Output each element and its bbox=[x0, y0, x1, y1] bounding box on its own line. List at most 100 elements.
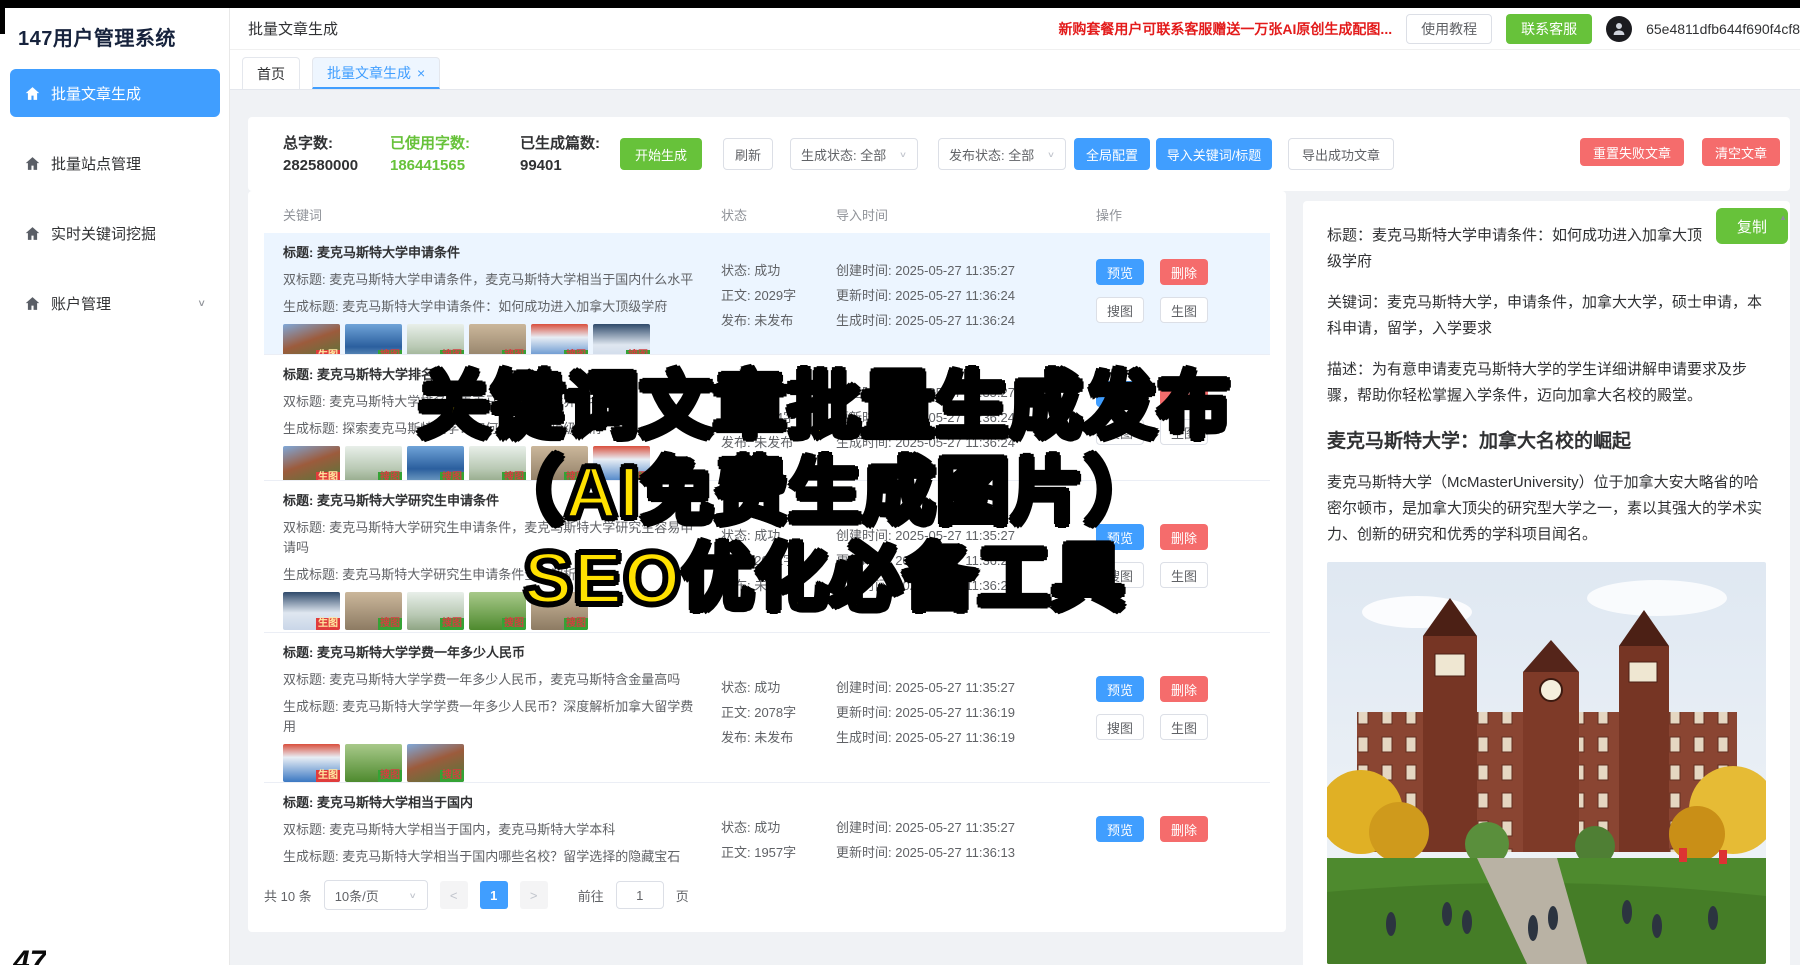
tab-home[interactable]: 首页 bbox=[242, 57, 300, 89]
article-thumbnail[interactable]: 生图 bbox=[283, 744, 340, 782]
sidebar-item-label: 账户管理 bbox=[51, 293, 111, 314]
row-dual-title: 双标题: 麦克马斯特大学相当于国内，麦克马斯特大学本科 bbox=[283, 820, 703, 840]
start-generate-button[interactable]: 开始生成 bbox=[620, 138, 702, 170]
table-row[interactable]: 标题: 麦克马斯特大学相当于国内 双标题: 麦克马斯特大学相当于国内，麦克马斯特… bbox=[264, 783, 1270, 866]
search-image-button[interactable]: 搜图 bbox=[1096, 562, 1144, 588]
promo-notice[interactable]: 新购套餐用户可联系客服赠送一万张AI原创生成配图... bbox=[1058, 19, 1392, 39]
updated-line: 更新时间: 2025-05-27 11:36:24 bbox=[836, 405, 1086, 430]
article-thumbnail[interactable]: 搜图 bbox=[407, 592, 464, 630]
letterbox-corner bbox=[0, 8, 5, 34]
gen-badge: 生图 bbox=[316, 770, 340, 782]
updated-line: 更新时间: 2025-05-27 11:36:19 bbox=[836, 700, 1086, 725]
thumbnail-strip: 生图 搜图 搜图 搜图 搜图 搜图 bbox=[283, 446, 703, 481]
article-thumbnail[interactable]: 搜图 bbox=[345, 446, 402, 481]
article-thumbnail[interactable]: 搜图 bbox=[407, 744, 464, 782]
article-thumbnail[interactable]: 搜图 bbox=[345, 324, 402, 355]
action-cell: 预览 删除 bbox=[1096, 816, 1256, 842]
created-line: 创建时间: 2025-05-27 11:35:27 bbox=[836, 815, 1086, 840]
article-thumbnail[interactable]: 生图 bbox=[283, 324, 340, 355]
refresh-button[interactable]: 刷新 bbox=[723, 138, 773, 170]
search-badge: 搜图 bbox=[378, 770, 402, 782]
row-title: 标题: 麦克马斯特大学学费一年多少人民币 bbox=[283, 643, 703, 663]
sidebar-item-account[interactable]: 账户管理 ∨ bbox=[10, 279, 220, 327]
search-image-button[interactable]: 搜图 bbox=[1096, 714, 1144, 740]
import-keywords-button[interactable]: 导入关键词/标题 bbox=[1156, 138, 1272, 170]
article-thumbnail[interactable]: 搜图 bbox=[531, 324, 588, 355]
article-thumbnail[interactable]: 搜图 bbox=[593, 446, 650, 481]
table-row[interactable]: 标题: 麦克马斯特大学排名 双标题: 麦克马斯特大学排名，麦克马斯特大学世界排名… bbox=[264, 355, 1270, 481]
generate-image-button[interactable]: 生图 bbox=[1160, 419, 1208, 445]
preview-button[interactable]: 预览 bbox=[1096, 676, 1144, 702]
clear-articles-button[interactable]: 清空文章 bbox=[1702, 138, 1780, 166]
tab-label: 批量文章生成 bbox=[327, 63, 411, 83]
table-header: 关键词 状态 导入时间 操作 bbox=[264, 191, 1270, 233]
article-thumbnail[interactable]: 搜图 bbox=[407, 446, 464, 481]
tab-label: 首页 bbox=[257, 64, 285, 84]
search-image-button[interactable]: 搜图 bbox=[1096, 297, 1144, 323]
words-line: 正文: 2041字 bbox=[721, 548, 841, 573]
current-page-button[interactable]: 1 bbox=[480, 881, 508, 909]
goto-page-input[interactable] bbox=[616, 881, 664, 909]
article-thumbnail[interactable]: 搜图 bbox=[531, 446, 588, 481]
delete-button[interactable]: 删除 bbox=[1160, 676, 1208, 702]
home-icon bbox=[24, 225, 41, 242]
publish-line: 发布: 未发布 bbox=[721, 430, 841, 455]
prev-page-button[interactable]: < bbox=[440, 881, 468, 909]
reset-failed-button[interactable]: 重置失败文章 bbox=[1580, 138, 1684, 166]
gen-badge: 生图 bbox=[316, 618, 340, 630]
tab-bar: 首页 批量文章生成 × bbox=[230, 50, 1800, 90]
article-thumbnail[interactable]: 搜图 bbox=[469, 446, 526, 481]
table-row[interactable]: 标题: 麦克马斯特大学学费一年多少人民币 双标题: 麦克马斯特大学学费一年多少人… bbox=[264, 633, 1270, 783]
row-generated-title: 生成标题: 麦克马斯特大学研究生申请条件全面解析 bbox=[283, 565, 703, 585]
preview-button[interactable]: 预览 bbox=[1096, 816, 1144, 842]
avatar[interactable] bbox=[1606, 16, 1632, 42]
tutorial-button[interactable]: 使用教程 bbox=[1406, 14, 1492, 44]
preview-button[interactable]: 预览 bbox=[1096, 259, 1144, 285]
delete-button[interactable]: 删除 bbox=[1160, 816, 1208, 842]
article-thumbnail[interactable]: 搜图 bbox=[469, 324, 526, 355]
sidebar-item-keyword-mining[interactable]: 实时关键词挖掘 bbox=[10, 209, 220, 257]
delete-button[interactable]: 删除 bbox=[1160, 259, 1208, 285]
page-size-select[interactable]: 10条/页∨ bbox=[324, 880, 428, 910]
article-thumbnail[interactable]: 搜图 bbox=[345, 744, 402, 782]
article-thumbnail[interactable]: 搜图 bbox=[407, 324, 464, 355]
created-line: 创建时间: 2025-05-27 11:35:27 bbox=[836, 675, 1086, 700]
article-thumbnail[interactable]: 生图 bbox=[283, 446, 340, 481]
tab-article-generation[interactable]: 批量文章生成 × bbox=[312, 57, 440, 89]
table-row[interactable]: 标题: 麦克马斯特大学申请条件 双标题: 麦克马斯特大学申请条件，麦克马斯特大学… bbox=[264, 233, 1270, 355]
article-thumbnail[interactable]: 搜图 bbox=[531, 592, 588, 630]
publish-status-select[interactable]: 发布状态: 全部∨ bbox=[938, 138, 1066, 170]
scroll-up-icon[interactable]: ▲ bbox=[1779, 205, 1787, 231]
preview-button[interactable]: 预览 bbox=[1096, 524, 1144, 550]
stat-value: 186441565 bbox=[390, 155, 470, 177]
delete-button[interactable]: 删除 bbox=[1160, 381, 1208, 407]
article-thumbnail[interactable]: 搜图 bbox=[345, 592, 402, 630]
global-config-button[interactable]: 全局配置 bbox=[1074, 138, 1150, 170]
sidebar: 147用户管理系统 批量文章生成 批量站点管理 实时关键词挖掘 账户管理 ∨ bbox=[0, 8, 230, 965]
preview-button[interactable]: 预览 bbox=[1096, 381, 1144, 407]
contact-support-button[interactable]: 联系客服 bbox=[1506, 14, 1592, 44]
search-image-button[interactable]: 搜图 bbox=[1096, 419, 1144, 445]
generate-image-button[interactable]: 生图 bbox=[1160, 714, 1208, 740]
delete-button[interactable]: 删除 bbox=[1160, 524, 1208, 550]
status-cell: 状态: 成功 正文: 1957字 bbox=[721, 815, 841, 865]
sidebar-item-site-management[interactable]: 批量站点管理 bbox=[10, 139, 220, 187]
sidebar-item-article-generation[interactable]: 批量文章生成 bbox=[10, 69, 220, 117]
updated-line: 更新时间: 2025-05-27 11:36:23 bbox=[836, 548, 1086, 573]
goto-label: 前往 bbox=[578, 886, 604, 905]
copy-button[interactable]: 复制 bbox=[1716, 208, 1788, 244]
export-success-button[interactable]: 导出成功文章 bbox=[1288, 138, 1394, 170]
article-thumbnail[interactable]: 搜图 bbox=[469, 592, 526, 630]
next-page-button[interactable]: > bbox=[520, 881, 548, 909]
row-title: 标题: 麦克马斯特大学相当于国内 bbox=[283, 793, 703, 813]
status-cell: 状态: 成功 正文: 1764字 发布: 未发布 bbox=[721, 380, 841, 455]
generate-status-select[interactable]: 生成状态: 全部∨ bbox=[790, 138, 918, 170]
close-icon[interactable]: × bbox=[417, 65, 425, 81]
article-thumbnail[interactable]: 生图 bbox=[283, 592, 340, 630]
generate-image-button[interactable]: 生图 bbox=[1160, 297, 1208, 323]
article-preview-panel: 复制 ▲ 标题：麦克马斯特大学申请条件：如何成功进入加拿大顶级学府 关键词：麦克… bbox=[1303, 201, 1790, 965]
article-thumbnail[interactable]: 搜图 bbox=[593, 324, 650, 355]
generate-image-button[interactable]: 生图 bbox=[1160, 562, 1208, 588]
header-right: 新购套餐用户可联系客服赠送一万张AI原创生成配图... 使用教程 联系客服 65… bbox=[1058, 14, 1800, 44]
table-row[interactable]: 标题: 麦克马斯特大学研究生申请条件 双标题: 麦克马斯特大学研究生申请条件，麦… bbox=[264, 481, 1270, 633]
